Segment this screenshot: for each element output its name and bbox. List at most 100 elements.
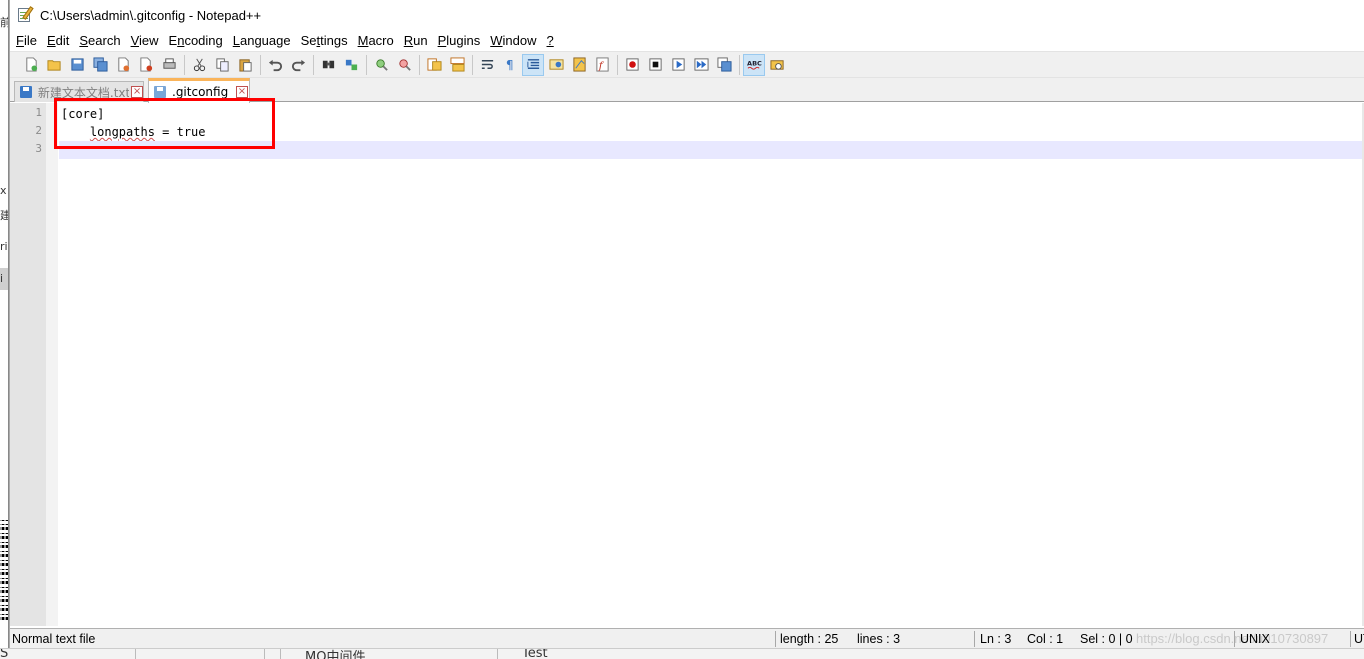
find-button[interactable] [317, 54, 339, 76]
status-bar: Normal text file length : 25 lines : 3 L… [10, 628, 1364, 648]
close-all-button[interactable] [135, 54, 157, 76]
sync-horizontal-button[interactable] [446, 54, 468, 76]
tab-label: .gitconfig [172, 85, 229, 99]
status-divider [775, 631, 776, 647]
menu-item[interactable]: Plugins [436, 33, 487, 48]
menu-item[interactable]: Language [231, 33, 297, 48]
background-text: MQ中间件 [305, 650, 366, 659]
status-lines: lines : 3 [857, 632, 901, 646]
redo-button[interactable] [287, 54, 309, 76]
show-all-chars-icon: ¶ [505, 58, 513, 72]
spellcheck-button[interactable]: ABC [743, 53, 765, 76]
menu-item[interactable]: ? [545, 33, 560, 48]
notepadpp-app-icon [16, 6, 34, 24]
toolbar: ¶ f ABC [10, 51, 1364, 78]
toolbar-separator [617, 54, 618, 75]
menu-item[interactable]: Run [402, 33, 434, 48]
indent-guide-icon [526, 59, 539, 69]
editor-area[interactable]: 1 2 3 [core] longpaths = true [10, 103, 1364, 626]
close-icon [117, 57, 129, 72]
background-text: 前 [0, 14, 8, 30]
tab-close-icon[interactable]: × [236, 86, 248, 98]
menu-item[interactable]: Search [77, 33, 126, 48]
toolbar-separator [366, 54, 367, 75]
open-file-button[interactable] [43, 54, 65, 76]
show-all-chars-button[interactable]: ¶ [499, 54, 521, 76]
zoom-out-button[interactable] [393, 54, 415, 76]
paste-button[interactable] [234, 54, 256, 76]
find-icon [322, 60, 334, 69]
watermark-text: https://blog.csdn.net/u010730897 [1136, 631, 1329, 646]
status-file-type: Normal text file [12, 632, 96, 646]
doc-map-icon [572, 57, 586, 72]
menu-item[interactable]: File [14, 33, 43, 48]
function-list-button[interactable]: f [591, 54, 613, 76]
save-button[interactable] [66, 54, 88, 76]
print-icon [162, 58, 176, 69]
zoom-in-icon [375, 59, 388, 71]
svg-text:ABC: ABC [747, 59, 762, 67]
replace-icon [345, 59, 357, 71]
cut-icon [193, 58, 205, 72]
spellcheck-options-button[interactable] [766, 54, 788, 76]
menu-item[interactable]: Macro [356, 33, 400, 48]
new-file-icon [25, 57, 37, 72]
tab-close-icon[interactable]: × [131, 86, 143, 98]
close-button[interactable] [112, 54, 134, 76]
toolbar-separator [739, 54, 740, 75]
undo-button[interactable] [264, 54, 286, 76]
word-wrap-button[interactable] [476, 54, 498, 76]
save-all-icon [92, 57, 108, 72]
print-button[interactable] [158, 54, 180, 76]
word-wrap-icon [481, 60, 493, 69]
indent-guide-button[interactable] [522, 53, 544, 76]
zoom-in-button[interactable] [370, 54, 392, 76]
cut-button[interactable] [188, 54, 210, 76]
screen: 前 x 建 ri i S MQ中间件 Test C:\Users\admin\.… [0, 0, 1364, 659]
background-text: x [0, 184, 7, 197]
menu-item[interactable]: View [129, 33, 165, 48]
status-encoding: UT [1354, 632, 1364, 646]
sync-horizontal-icon [449, 57, 465, 72]
user-language-icon [548, 59, 564, 70]
play-macro-icon [671, 58, 685, 71]
doc-map-button[interactable] [568, 54, 590, 76]
background-window-left: 前 x 建 ri i [0, 0, 9, 659]
user-language-button[interactable] [545, 54, 567, 76]
close-all-icon [139, 57, 152, 72]
fold-margin[interactable] [46, 103, 58, 626]
title-bar[interactable]: C:\Users\admin\.gitconfig - Notepad++ [10, 0, 1364, 30]
menu-item[interactable]: Encoding [167, 33, 229, 48]
stop-macro-icon [648, 58, 662, 71]
run-macro-multiple-button[interactable] [690, 54, 712, 76]
menu-item[interactable]: Window [488, 33, 542, 48]
new-file-button[interactable] [20, 54, 42, 76]
save-macro-button[interactable] [713, 54, 735, 76]
undo-icon [268, 59, 282, 72]
qr-code-overlay [0, 520, 8, 620]
saved-file-icon [154, 86, 166, 98]
open-file-icon [46, 60, 61, 71]
record-macro-button[interactable] [621, 54, 643, 76]
toolbar-separator [260, 54, 261, 75]
saved-file-icon [20, 86, 32, 98]
background-text: i [0, 272, 4, 285]
menu-item[interactable]: Settings [299, 33, 354, 48]
stop-macro-button[interactable] [644, 54, 666, 76]
line-number: 2 [35, 124, 42, 137]
status-divider [974, 631, 975, 647]
window-title: C:\Users\admin\.gitconfig - Notepad++ [40, 7, 262, 23]
menu-item[interactable]: Edit [45, 33, 75, 48]
save-all-button[interactable] [89, 54, 111, 76]
spellcheck-options-icon [769, 60, 784, 70]
replace-button[interactable] [340, 54, 362, 76]
copy-button[interactable] [211, 54, 233, 76]
play-macro-button[interactable] [667, 54, 689, 76]
divider [264, 649, 265, 659]
toolbar-separator [419, 54, 420, 75]
code-text-area[interactable]: [core] longpaths = true [59, 103, 1364, 626]
sync-vertical-button[interactable] [423, 54, 445, 76]
redo-icon [291, 59, 305, 72]
run-macro-multiple-icon [693, 58, 709, 71]
status-divider [1350, 631, 1351, 647]
